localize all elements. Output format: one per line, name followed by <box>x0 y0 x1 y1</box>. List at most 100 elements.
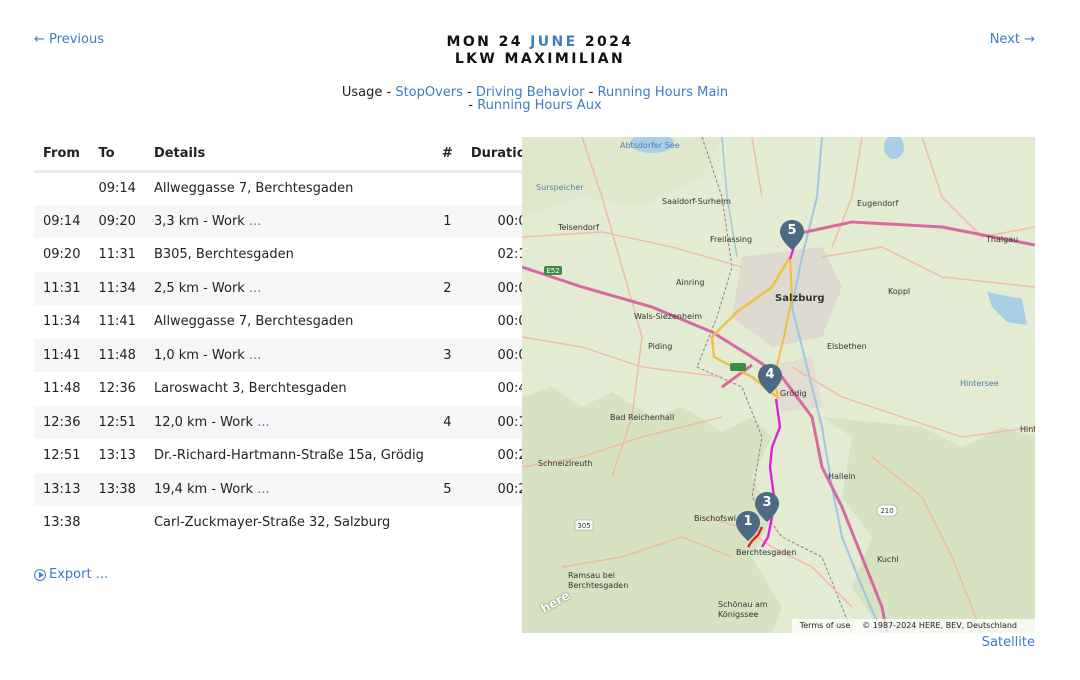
map-label-wals: Wals-Siezenheim <box>634 312 702 321</box>
cell-details: 19,4 km - Work ... <box>144 472 433 506</box>
cell-to-text: 11:41 <box>98 314 136 330</box>
map-label-ramsau-2: Berchtesgaden <box>568 581 629 590</box>
cell-from <box>34 171 89 205</box>
map-label-piding: Piding <box>648 342 673 351</box>
cell-from: 12:51 <box>34 439 89 473</box>
map-label-bischofswiesen: Bischofswi <box>694 514 736 523</box>
map-label-ramsau: Ramsau bei <box>568 571 615 580</box>
cell-number <box>433 171 462 205</box>
cell-from-text: 13:13 <box>43 481 81 497</box>
cell-to-text: 12:51 <box>98 414 136 430</box>
cell-number <box>433 506 462 540</box>
cell-from: 12:36 <box>34 405 90 439</box>
marker-number: 4 <box>765 367 775 382</box>
cell-details: 3,3 km - Work ... <box>144 204 433 238</box>
separator: - <box>382 85 396 100</box>
marker-number: 3 <box>762 495 772 510</box>
cell-to-text: 13:38 <box>98 481 136 497</box>
details-more-link[interactable]: ... <box>249 348 261 363</box>
cell-number-text: 2 <box>443 280 452 296</box>
details-more-link[interactable]: ... <box>249 281 261 296</box>
map-label-ainring: Ainring <box>676 278 705 287</box>
svg-text:305: 305 <box>577 522 590 530</box>
map-label-elsbethen: Elsbethen <box>827 342 867 351</box>
cell-number: 4 <box>432 405 462 439</box>
cell-to-text: 12:36 <box>98 381 136 397</box>
header-from: From <box>34 138 90 173</box>
cell-to-text: 11:48 <box>98 347 136 363</box>
map-label-abtsdorfer-see: Abtsdorfer See <box>620 141 680 150</box>
details-more-link[interactable]: ... <box>257 482 269 497</box>
map-label-eugendorf: Eugendorf <box>857 199 899 208</box>
cell-from-text: 09:14 <box>43 213 81 229</box>
cell-from-text: 13:38 <box>43 515 81 531</box>
cell-number: 3 <box>432 338 462 372</box>
cell-from: 11:31 <box>34 271 90 305</box>
table-row: 11:48 12:36 Laroswacht 3, Berchtesgaden 00:… <box>34 372 544 406</box>
table-row: 11:41 11:48 1,0 km - Work ... 3 00:07 <box>34 338 544 372</box>
route-map[interactable]: E52 305 210 Abtsdorfer See Surspeicher S… <box>522 137 1035 633</box>
cell-details-text: 19,4 km - Work <box>153 481 254 497</box>
separator: - <box>468 98 478 113</box>
cell-details: Allweggasse 7, Berchtesgaden <box>145 171 433 205</box>
cell-to-text: 11:31 <box>98 247 136 263</box>
export-label: Export ... <box>49 567 109 582</box>
cell-number-text: 5 <box>443 481 452 497</box>
usage-label: Usage <box>341 85 383 100</box>
cell-from-text: 09:20 <box>43 247 81 263</box>
report-nav: Usage - StopOvers - Driving Behavior - R… <box>0 86 1070 112</box>
map-label-groedig: Grödig <box>780 389 807 398</box>
cell-number <box>433 372 462 406</box>
cell-from-text: 11:34 <box>43 314 81 330</box>
cell-from: 13:13 <box>34 472 90 506</box>
cell-number-text: 1 <box>443 213 452 229</box>
map-label-schoenau: Schönau am <box>718 600 768 609</box>
map-marker-5[interactable]: 5 <box>780 220 804 250</box>
cell-details-text: 3,3 km - Work <box>153 213 245 229</box>
header-details: Details <box>144 138 433 173</box>
map-label-hint: Hint <box>1020 425 1035 434</box>
cell-details: Allweggasse 7, Berchtesgaden <box>145 305 433 339</box>
cell-to: 13:38 <box>89 472 145 506</box>
date-month: JUNE <box>530 34 578 50</box>
map-label-saaldorf: Saaldorf-Surheim <box>662 197 731 206</box>
table-row: 11:31 11:34 2,5 km - Work ... 2 00:03 <box>34 271 544 305</box>
table-row: 13:38 Carl-Zuckmayer-Straße 32, Salzburg <box>34 506 544 540</box>
details-more-link[interactable]: ... <box>249 214 261 229</box>
svg-text:210: 210 <box>880 507 893 515</box>
cell-number-text: 3 <box>443 347 452 363</box>
details-more-link[interactable]: ... <box>257 415 269 430</box>
cell-to: 11:48 <box>89 338 145 372</box>
table-row: 11:34 11:41 Allweggasse 7, Berchtesgaden 00… <box>34 305 544 339</box>
svg-text:E52: E52 <box>546 267 559 275</box>
cell-from: 11:34 <box>34 305 89 339</box>
running-hours-aux-link[interactable]: Running Hours Aux <box>477 98 601 113</box>
running-hours-main-link[interactable]: Running Hours Main <box>598 85 729 100</box>
cell-from-text: 12:51 <box>43 448 81 464</box>
cell-from: 13:38 <box>34 506 89 540</box>
cell-details-text: Allweggasse 7, Berchtesgaden <box>153 181 354 196</box>
satellite-toggle[interactable]: Satellite <box>982 635 1035 650</box>
map-marker-4[interactable]: 4 <box>758 364 782 394</box>
stopovers-link[interactable]: StopOvers <box>395 85 463 100</box>
export-button[interactable]: Export ... <box>34 567 108 582</box>
cell-to: 12:36 <box>89 372 144 406</box>
map-label-berchtesgaden: Berchtesgaden <box>736 548 797 557</box>
map-label-teisendorf: Teisendorf <box>558 223 599 232</box>
cell-number: 2 <box>432 271 462 305</box>
map-marker-3[interactable]: 3 <box>755 492 779 522</box>
terms-of-use-link[interactable]: Terms of use <box>800 621 851 633</box>
cell-from: 11:48 <box>34 372 89 406</box>
cell-to: 13:13 <box>89 439 144 473</box>
cell-to-text: 13:13 <box>98 448 136 464</box>
table-row: 09:20 11:31 B305, Berchtesgaden 02:11 <box>34 238 544 272</box>
cell-to: 11:41 <box>89 305 144 339</box>
map-copyright: © 1987-2024 HERE, BEV, Deutschland <box>862 621 1017 630</box>
map-label-schneizlreuth: Schneizlreuth <box>538 459 593 468</box>
cell-details-text: 2,5 km - Work <box>153 280 245 296</box>
cell-to: 12:51 <box>89 405 145 439</box>
cell-details: 1,0 km - Work ... <box>144 338 433 372</box>
date-title: MON 24 JUNE 2024 <box>0 34 1080 51</box>
map-label-salzburg: Salzburg <box>775 293 825 304</box>
cell-to: 09:14 <box>89 171 144 205</box>
